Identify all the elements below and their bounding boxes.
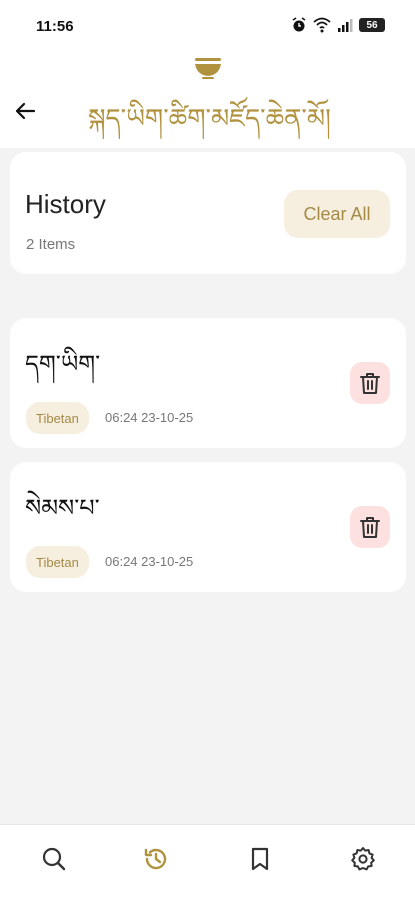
item-timestamp: 06:24 23-10-25 [105,554,194,569]
clear-all-button[interactable]: Clear All [284,190,390,238]
bottom-nav [0,824,415,900]
item-count: 2 Items [26,236,76,253]
nav-settings[interactable] [345,841,381,877]
nav-history[interactable] [138,841,174,877]
delete-button[interactable] [350,362,390,404]
status-bar: 11:56 56 [0,0,415,52]
history-word: སེམས་པ་ [25,494,100,522]
nav-bookmarks[interactable] [242,841,278,877]
settings-icon [351,847,375,871]
search-icon [42,847,66,871]
page-title: History [25,189,106,219]
alarm-icon [291,17,307,33]
bowl-icon [192,56,224,84]
signal-icon [337,18,353,32]
history-summary-card: History 2 Items Clear All [10,152,406,274]
back-button[interactable] [10,96,40,126]
language-chip: Tibetan [26,546,89,578]
trash-icon [360,373,380,394]
history-item[interactable]: སེམས་པ་ Tibetan 06:24 23-10-25 [10,462,406,592]
trash-icon [360,517,380,538]
nav-search[interactable] [36,841,72,877]
language-chip: Tibetan [26,402,89,434]
app-header: སྐད་ཡིག་ཚིག་མཛོད་ཆེན་མོ། [0,52,415,148]
back-arrow-icon [15,102,36,120]
history-item[interactable]: དག་ཡིག་ Tibetan 06:24 23-10-25 [10,318,406,448]
item-timestamp: 06:24 23-10-25 [105,410,194,425]
wifi-icon [313,17,331,33]
history-word: དག་ཡིག་ [25,350,101,378]
bookmark-icon [251,847,269,871]
delete-button[interactable] [350,506,390,548]
status-time: 11:56 [36,18,74,35]
battery-icon: 56 [359,18,385,32]
history-icon [144,848,167,870]
status-icons: 56 [291,17,385,33]
